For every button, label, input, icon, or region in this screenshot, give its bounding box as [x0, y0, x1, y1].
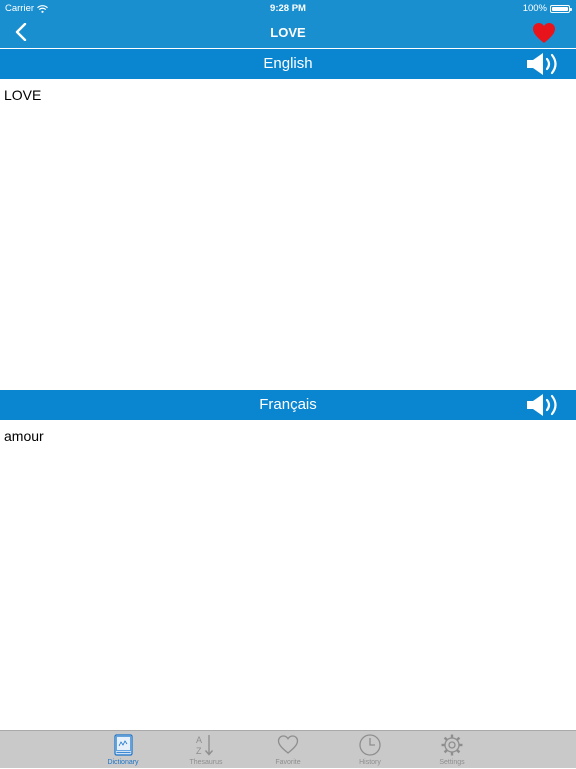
navigation-bar: LOVE — [0, 16, 576, 48]
page-title: LOVE — [270, 25, 306, 40]
speaker-icon — [527, 53, 557, 75]
clock-icon — [359, 734, 381, 756]
tab-thesaurus[interactable]: A Z Thesaurus — [176, 731, 236, 769]
battery-group: 100% — [522, 3, 572, 14]
dictionary-icon — [114, 734, 133, 756]
svg-text:Z: Z — [196, 746, 202, 756]
heart-icon — [533, 23, 555, 43]
battery-percentage: 100% — [522, 3, 547, 14]
tab-label: Thesaurus — [189, 759, 223, 766]
favorite-button[interactable] — [532, 22, 556, 44]
battery-icon — [550, 4, 572, 13]
status-bar: Carrier 9:28 PM 100% — [0, 0, 576, 16]
top-bar: Carrier 9:28 PM 100% LOVE — [0, 0, 576, 48]
tab-favorite[interactable]: Favorite — [258, 731, 318, 769]
gear-icon — [441, 734, 463, 756]
source-text: LOVE — [4, 87, 42, 103]
target-language-label: Français — [259, 396, 317, 413]
source-speak-button[interactable] — [526, 52, 562, 76]
svg-text:A: A — [196, 735, 202, 745]
tab-label: History — [359, 759, 381, 766]
target-language-header: Français — [0, 390, 576, 420]
heart-outline-icon — [277, 735, 299, 754]
target-speak-button[interactable] — [526, 393, 562, 417]
az-sort-icon: A Z — [196, 735, 214, 756]
tab-label: Settings — [439, 759, 465, 766]
tab-settings[interactable]: Settings — [422, 731, 482, 769]
source-language-header: English — [0, 49, 576, 79]
tab-dictionary[interactable]: Dictionary — [93, 731, 153, 769]
tab-label: Dictionary — [107, 759, 139, 766]
tab-label: Favorite — [275, 759, 301, 766]
translation-text: amour — [4, 428, 44, 444]
speaker-icon — [527, 394, 557, 416]
source-language-label: English — [263, 55, 313, 72]
status-time: 9:28 PM — [270, 3, 306, 14]
tab-bar: Dictionary A Z Thesaurus Favorite Histor… — [0, 730, 576, 768]
tab-history[interactable]: History — [340, 731, 400, 769]
